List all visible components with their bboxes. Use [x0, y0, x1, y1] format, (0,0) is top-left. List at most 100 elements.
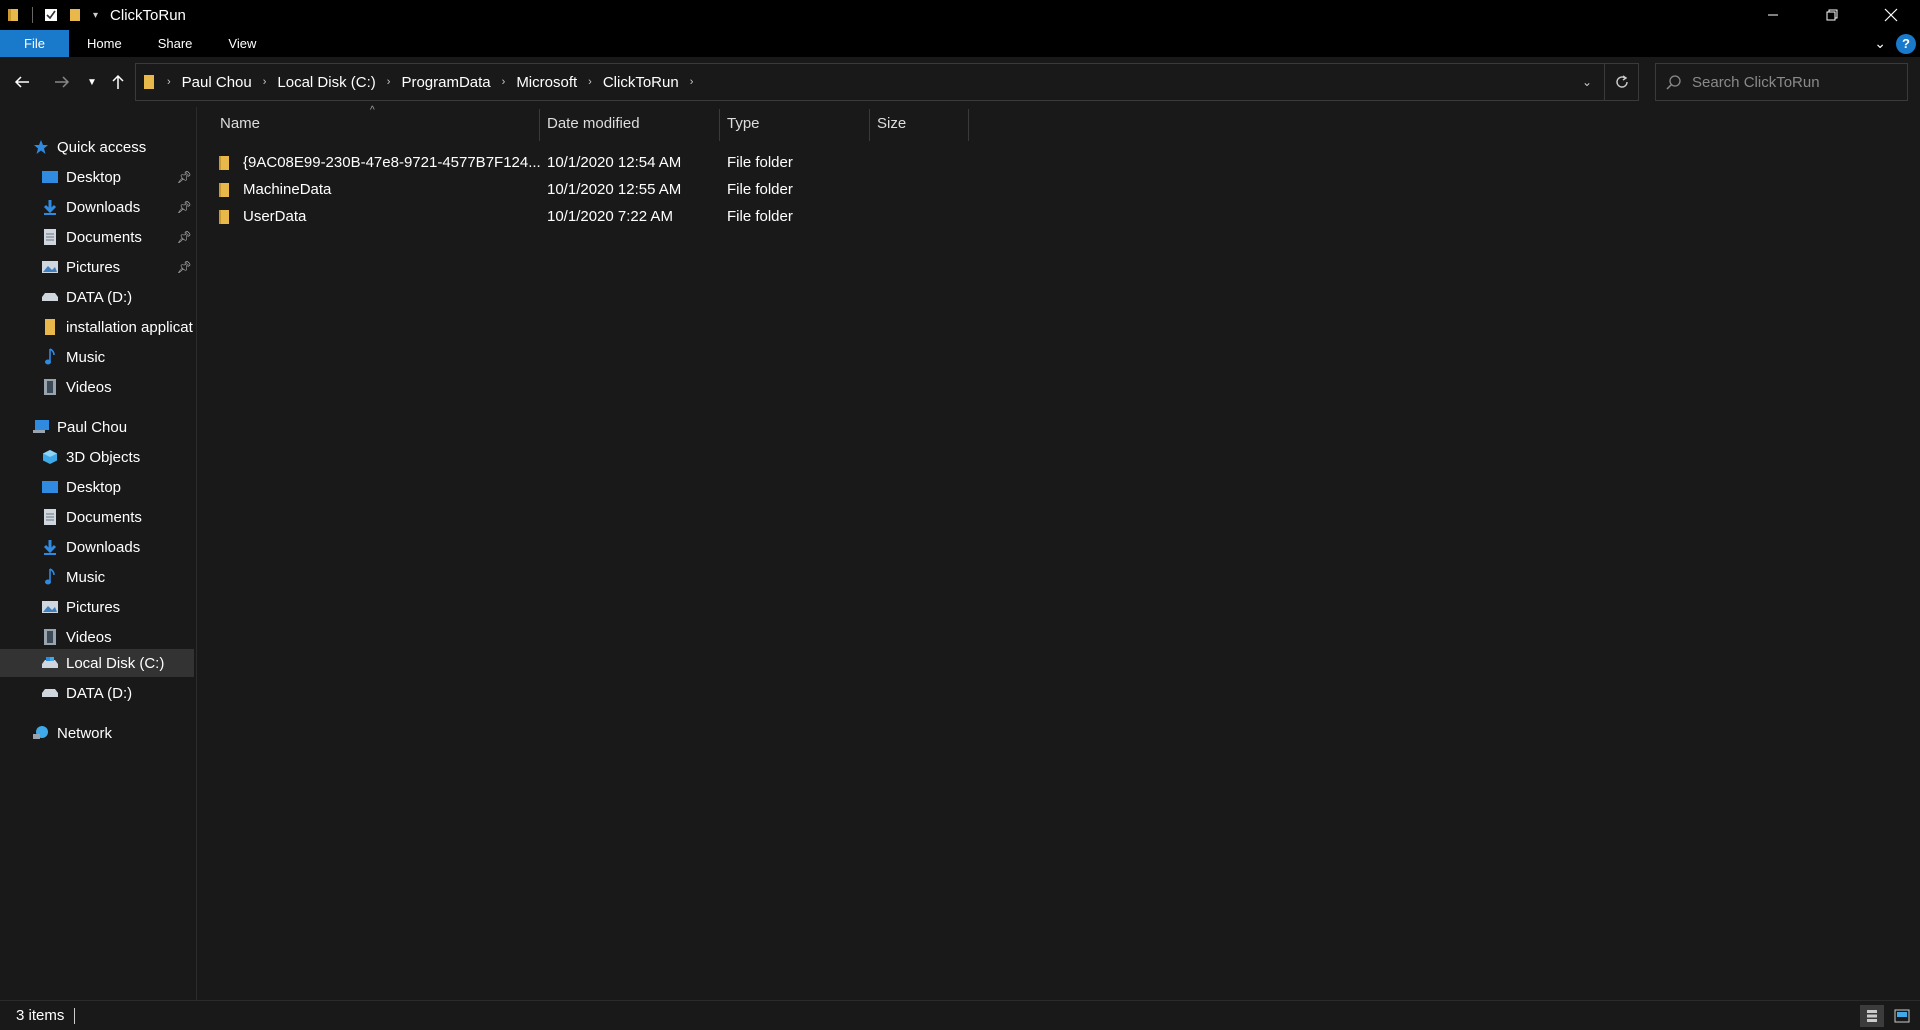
tab-file[interactable]: File: [0, 30, 69, 57]
tab-view[interactable]: View: [210, 30, 274, 57]
nav-label: Desktop: [66, 478, 122, 496]
column-header-date-modified[interactable]: Date modified: [547, 107, 717, 139]
column-header-name[interactable]: Name: [220, 107, 540, 139]
address-bar[interactable]: › Paul Chou › Local Disk (C:) › ProgramD…: [135, 63, 1639, 101]
crumb-local-disk[interactable]: Local Disk (C:): [277, 74, 375, 91]
nav-label: Videos: [66, 628, 112, 646]
restore-button[interactable]: [1802, 0, 1861, 30]
nav-pc-downloads[interactable]: Downloads: [0, 533, 194, 561]
chevron-right-icon[interactable]: ›: [263, 76, 267, 88]
large-icons-view-button[interactable]: [1890, 1005, 1914, 1027]
nav-label: Pictures: [66, 598, 121, 616]
breadcrumb: › Paul Chou › Local Disk (C:) › ProgramD…: [156, 74, 704, 91]
forward-arrow-icon: [55, 76, 70, 88]
pin-icon[interactable]: 📌︎: [177, 170, 192, 184]
pin-icon[interactable]: 📌︎: [177, 260, 192, 274]
address-history-chevron-down-icon[interactable]: ⌄: [1570, 75, 1604, 89]
window-title: ClickToRun: [110, 6, 186, 24]
minimize-icon: [1767, 14, 1778, 16]
desktop-icon: [41, 478, 59, 496]
nav-label: Music: [66, 568, 106, 586]
file-row[interactable]: MachineData 10/1/2020 12:55 AM File fold…: [217, 176, 977, 203]
nav-network[interactable]: Network: [0, 719, 194, 747]
search-box[interactable]: [1655, 63, 1908, 101]
pin-icon[interactable]: 📌︎: [177, 230, 192, 244]
music-icon: [41, 568, 59, 586]
nav-qa-data-drive[interactable]: DATA (D:): [0, 283, 194, 311]
navigation-row: ▼ › Paul Chou › Local Disk (C:) › Progra…: [0, 57, 1920, 107]
recent-locations-button[interactable]: ▼: [84, 68, 100, 96]
column-divider[interactable]: [968, 109, 969, 141]
chevron-right-icon[interactable]: ›: [387, 76, 391, 88]
nav-3d-objects[interactable]: 3D Objects: [0, 443, 194, 471]
title-bar: ▾ ClickToRun: [0, 0, 1920, 30]
chevron-right-icon[interactable]: ›: [690, 76, 694, 88]
document-icon: [41, 508, 59, 526]
document-icon: [41, 228, 59, 246]
crumb-paul-chou[interactable]: Paul Chou: [182, 74, 252, 91]
crumb-programdata[interactable]: ProgramData: [401, 74, 490, 91]
back-button[interactable]: [10, 68, 34, 96]
column-divider[interactable]: [539, 109, 540, 141]
tab-share[interactable]: Share: [140, 30, 211, 57]
nav-pc-videos[interactable]: Videos: [0, 623, 194, 651]
forward-button[interactable]: [50, 68, 74, 96]
cube-icon: [41, 448, 59, 466]
column-divider[interactable]: [869, 109, 870, 141]
videos-icon: [41, 628, 59, 646]
nav-qa-music[interactable]: Music: [0, 343, 194, 371]
download-icon: [41, 538, 59, 556]
nav-qa-videos[interactable]: Videos: [0, 373, 194, 401]
tab-home[interactable]: Home: [69, 30, 140, 57]
nav-qa-pictures[interactable]: Pictures 📌︎: [0, 253, 194, 281]
nav-qa-installation-folder[interactable]: installation applicat: [0, 313, 194, 341]
close-button[interactable]: [1861, 0, 1920, 30]
nav-qa-desktop[interactable]: Desktop 📌︎: [0, 163, 194, 191]
drive-icon: [41, 684, 59, 702]
customize-toolbar-chevron-icon[interactable]: ▾: [93, 10, 98, 21]
file-row[interactable]: UserData 10/1/2020 7:22 AM File folder: [217, 203, 977, 230]
nav-pc-desktop[interactable]: Desktop: [0, 473, 194, 501]
column-header-size[interactable]: Size: [877, 107, 967, 139]
chevron-right-icon[interactable]: ›: [588, 76, 592, 88]
file-date-modified: 10/1/2020 7:22 AM: [547, 208, 673, 225]
nav-pc-pictures[interactable]: Pictures: [0, 593, 194, 621]
nav-label: Quick access: [57, 138, 147, 156]
desktop-icon: [41, 168, 59, 186]
details-view-button[interactable]: [1860, 1005, 1884, 1027]
nav-quick-access[interactable]: Quick access: [0, 133, 194, 161]
crumb-microsoft[interactable]: Microsoft: [516, 74, 577, 91]
nav-this-pc[interactable]: Paul Chou: [0, 413, 194, 441]
minimize-button[interactable]: [1743, 0, 1802, 30]
properties-icon[interactable]: [44, 8, 58, 22]
ribbon-tabs: File Home Share View ⌄ ?: [0, 30, 1920, 57]
chevron-right-icon[interactable]: ›: [167, 76, 171, 88]
expand-ribbon-chevron-icon[interactable]: ⌄: [1874, 35, 1886, 52]
search-icon: [1666, 75, 1681, 90]
nav-qa-documents[interactable]: Documents 📌︎: [0, 223, 194, 251]
status-separator: [74, 1007, 76, 1024]
refresh-button[interactable]: [1604, 64, 1638, 100]
nav-label: Downloads: [66, 538, 141, 556]
nav-pc-documents[interactable]: Documents: [0, 503, 194, 531]
nav-qa-downloads[interactable]: Downloads 📌︎: [0, 193, 194, 221]
nav-label: Documents: [66, 508, 142, 526]
nav-label: 3D Objects: [66, 448, 141, 466]
crumb-clicktorun[interactable]: ClickToRun: [603, 74, 679, 91]
file-type: File folder: [727, 208, 793, 225]
nav-pc-music[interactable]: Music: [0, 563, 194, 591]
column-header-type[interactable]: Type: [727, 107, 867, 139]
nav-pc-data-drive[interactable]: DATA (D:): [0, 679, 194, 707]
chevron-right-icon[interactable]: ›: [502, 76, 506, 88]
nav-local-disk-c[interactable]: Local Disk (C:): [0, 649, 194, 677]
column-divider[interactable]: [719, 109, 720, 141]
navigation-pane: Quick access Desktop 📌︎ Downloads 📌︎ Doc…: [0, 107, 197, 1000]
search-input[interactable]: [1692, 73, 1892, 91]
help-button[interactable]: ?: [1896, 33, 1916, 54]
up-button[interactable]: [108, 68, 128, 96]
nav-label: installation applicat: [66, 318, 193, 336]
new-folder-icon[interactable]: [68, 8, 82, 22]
pin-icon[interactable]: 📌︎: [177, 200, 192, 214]
system-drive-icon: [41, 654, 59, 672]
file-row[interactable]: {9AC08E99-230B-47e8-9721-4577B7F124... 1…: [217, 149, 977, 176]
